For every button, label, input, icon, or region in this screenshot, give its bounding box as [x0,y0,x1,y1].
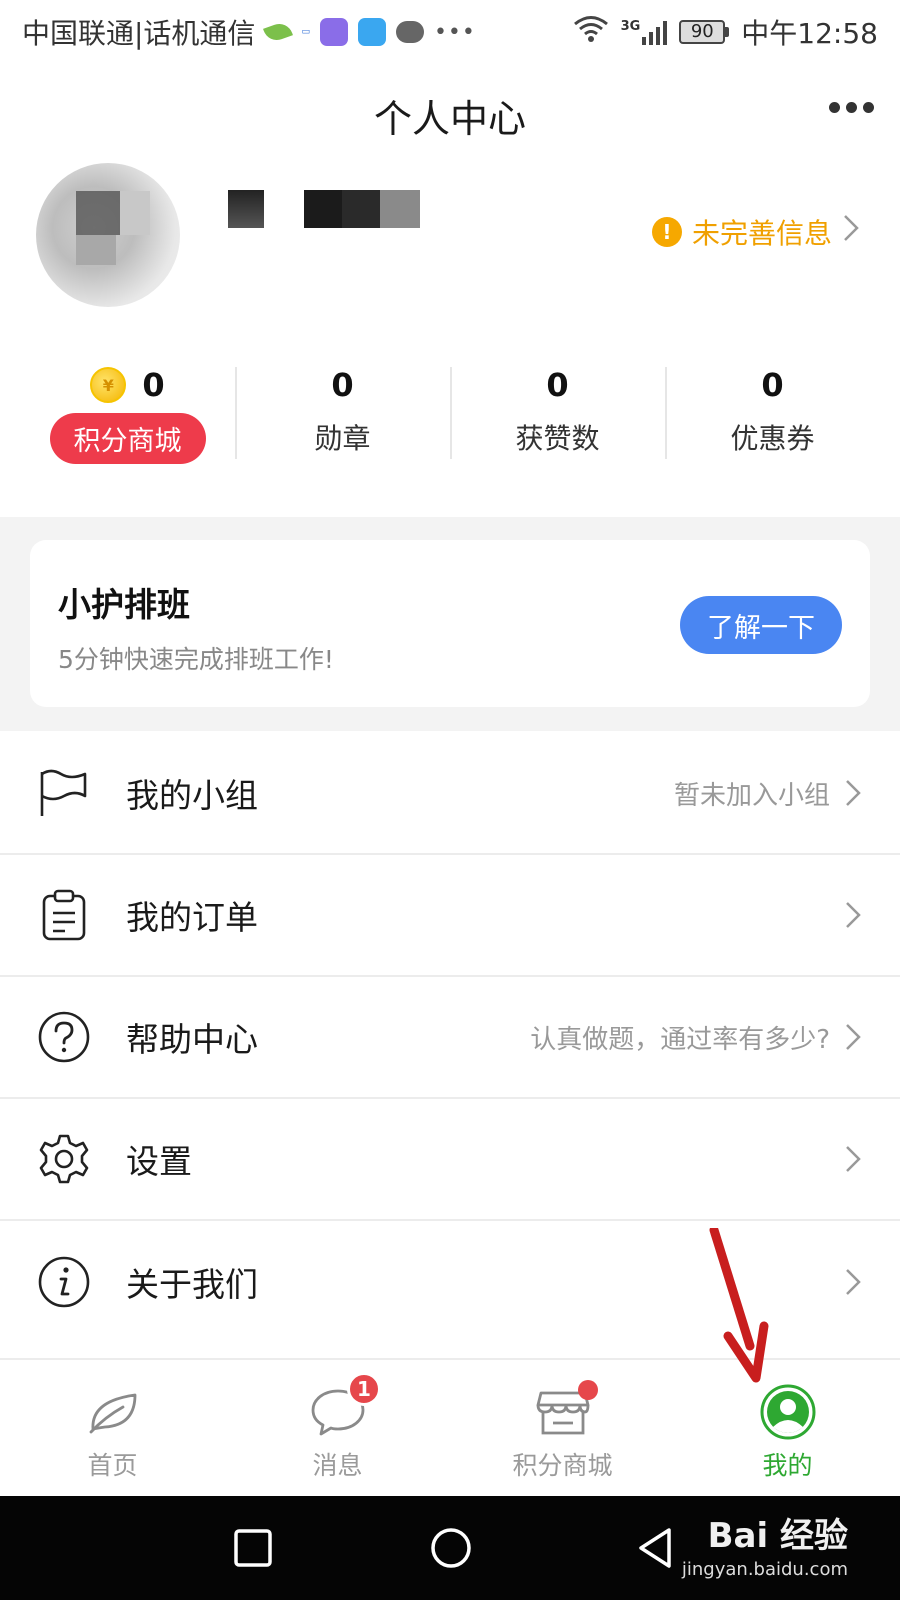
coin-icon: ¥ [90,367,127,403]
points-value: 0 [142,366,165,404]
medals-stat[interactable]: 0 勋章 [235,365,450,465]
chart-app-icon [319,18,348,46]
red-arrow-annotation [700,1225,790,1392]
incomplete-info-label: 未完善信息 [691,217,832,250]
menu-item-my-group[interactable]: 我的小组 暂未加入小组 [0,733,900,855]
points-mall-button[interactable]: 积分商城 [49,413,206,464]
battery-level: 90 [679,20,726,44]
coupons-label: 优惠券 [730,422,815,455]
username-blurred [228,190,420,230]
promo-card[interactable]: 小护排班 5分钟快速完成排班工作! 了解一下 [30,540,870,707]
small-app-icon: ▭ [301,27,310,37]
likes-label: 获赞数 [515,422,600,455]
medals-label: 勋章 [314,422,371,455]
chevron-right-icon [842,773,864,813]
chevron-right-icon [842,1262,864,1302]
medals-value: 0 [331,366,354,404]
page-title: 个人中心 [373,96,526,141]
baidu-watermark: Bai 经验 jingyan.baidu.com [682,1508,848,1580]
clipboard-icon [36,887,92,943]
likes-stat[interactable]: 0 获赞数 [450,365,665,465]
menu-item-label: 设置 [126,1142,192,1181]
gear-icon [36,1131,92,1187]
chevron-right-icon [842,213,860,251]
chat-app-icon [395,21,424,43]
learn-more-button[interactable]: 了解一下 [680,596,842,654]
leaf-icon [83,1386,143,1438]
leaf-app-icon [263,20,294,44]
avatar[interactable] [36,163,180,307]
menu-item-label: 我的订单 [126,898,258,937]
tab-home[interactable]: 首页 [0,1360,225,1496]
chevron-right-icon [842,895,864,935]
tab-label: 首页 [87,1451,138,1480]
flag-icon [36,765,92,821]
more-options-button[interactable] [829,102,874,113]
likes-value: 0 [546,366,569,404]
menu-item-label: 关于我们 [126,1265,258,1304]
carrier-text: 中国联通|话机通信 [22,17,256,50]
points-stat: ¥ 0 积分商城 [20,365,235,465]
shield-app-icon [357,18,386,46]
wifi-icon [573,15,609,50]
menu-item-my-orders[interactable]: 我的订单 [0,855,900,977]
system-navigation-bar: Bai 经验 jingyan.baidu.com [0,1496,900,1600]
page-header: 个人中心 [0,80,900,150]
network-type: 3G [620,19,641,34]
watermark-url: jingyan.baidu.com [681,1559,848,1580]
warning-icon: ! [651,217,682,247]
promo-subtitle: 5分钟快速完成排班工作! [58,645,334,674]
person-circle-icon [758,1384,818,1440]
tab-label: 我的 [762,1451,813,1480]
tab-messages[interactable]: 1 消息 [225,1360,450,1496]
incomplete-info-link[interactable]: ! 未完善信息 [651,212,860,252]
menu-item-help-center[interactable]: 帮助中心 认真做题，通过率有多少? [0,977,900,1099]
coupons-stat[interactable]: 0 优惠券 [665,365,880,465]
question-icon [36,1009,92,1065]
stats-row: ¥ 0 积分商城 0 勋章 0 获赞数 0 优惠券 [20,365,880,465]
chevron-right-icon [842,1139,864,1179]
clock: 中午12:58 [741,17,878,50]
tab-label: 消息 [312,1451,363,1480]
notification-dot [578,1380,598,1400]
menu-item-hint: 暂未加入小组 [673,780,830,811]
back-button[interactable] [628,1496,682,1600]
coupons-value: 0 [761,366,784,404]
menu-item-label: 帮助中心 [126,1020,258,1059]
info-icon [36,1254,92,1310]
tab-label: 积分商城 [512,1451,613,1480]
unread-badge: 1 [347,1372,381,1406]
recent-apps-button[interactable] [226,1496,280,1600]
promo-title: 小护排班 [58,585,190,624]
signal-icon [642,19,668,45]
tab-points-mall[interactable]: 积分商城 [450,1360,675,1496]
more-notifications-icon: ••• [433,19,476,45]
watermark-brand: Bai 经验 [707,1516,848,1556]
status-bar: 中国联通|话机通信 ▭ ••• 3G 90 中午12:58 [0,0,900,64]
menu-item-label: 我的小组 [126,776,258,815]
battery-icon: 90 [679,20,730,44]
home-button[interactable] [424,1496,478,1600]
chevron-right-icon [842,1017,864,1057]
menu-item-settings[interactable]: 设置 [0,1099,900,1221]
menu-item-hint: 认真做题，通过率有多少? [530,1024,830,1055]
